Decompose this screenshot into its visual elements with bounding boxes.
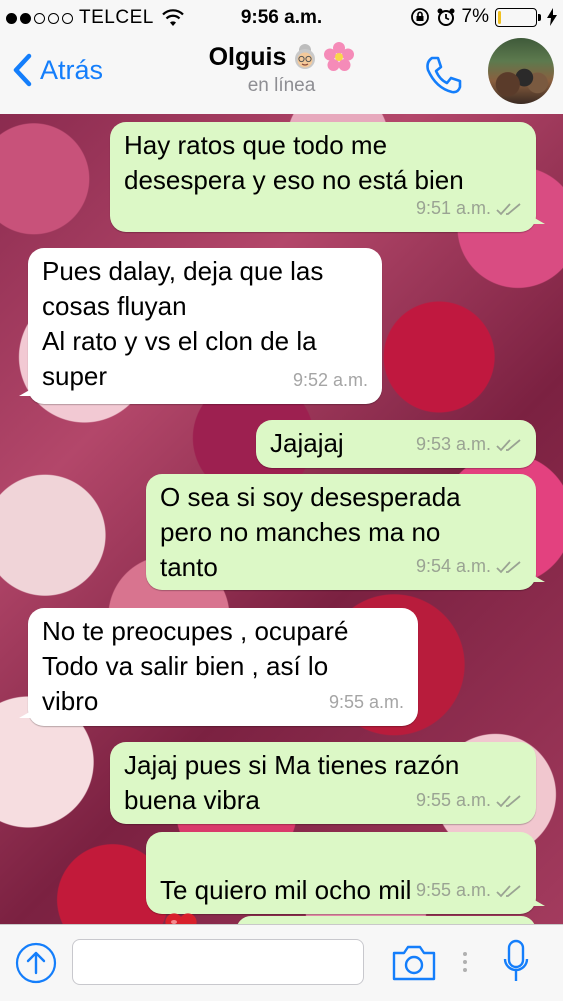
message-bubble-outgoing[interactable]: Te quiero mil ocho mil 9:55 a.m. bbox=[146, 832, 545, 924]
phone-icon[interactable] bbox=[422, 54, 464, 96]
message-meta: 9:51 a.m. bbox=[416, 191, 522, 226]
message-time: 9:55 a.m. bbox=[415, 790, 491, 810]
message-time: 9:55 a.m. bbox=[328, 692, 404, 712]
upload-icon[interactable] bbox=[15, 942, 57, 984]
battery-percent: 7% bbox=[461, 6, 489, 27]
message-bubble-outgoing[interactable]: Jajaj pues si Ma tienes razón buena vibr… bbox=[110, 742, 536, 824]
message-time: 9:52 a.m. bbox=[292, 370, 368, 390]
avatar[interactable] bbox=[488, 38, 554, 104]
read-ticks-icon bbox=[496, 884, 521, 897]
read-ticks-icon bbox=[496, 560, 521, 573]
more-options-icon[interactable] bbox=[462, 951, 468, 973]
message-input-bar bbox=[0, 924, 563, 1001]
message-input[interactable] bbox=[72, 939, 364, 985]
message-time: 9:51 a.m. bbox=[415, 198, 491, 218]
message-meta: 9:55 a.m. bbox=[329, 685, 404, 720]
message-time: 9:55 a.m. bbox=[415, 880, 491, 900]
message-meta: 9:55 a.m. bbox=[416, 873, 522, 908]
contact-info[interactable]: Olguis en línea bbox=[0, 42, 563, 97]
rotation-lock-icon bbox=[410, 8, 429, 26]
alarm-icon bbox=[437, 8, 455, 26]
message-bubble-outgoing[interactable]: O sea si soy desesperada pero no manches… bbox=[146, 474, 545, 590]
status-bar: TELCEL 9:56 a.m. 7% bbox=[0, 0, 563, 36]
message-meta: 9:55 a.m. bbox=[416, 783, 522, 818]
contact-status: en línea bbox=[247, 75, 316, 96]
grandmother-emoji-icon bbox=[295, 44, 316, 69]
microphone-icon[interactable] bbox=[503, 939, 529, 985]
message-text: Te quiero mil ocho mil bbox=[160, 875, 412, 905]
message-meta: 9:54 a.m. bbox=[416, 549, 522, 584]
chat-area[interactable]: Hay ratos que todo me desespera y eso no… bbox=[0, 114, 563, 924]
message-text: Hay ratos que todo me desespera y eso no… bbox=[124, 130, 464, 195]
message-bubble-incoming[interactable]: Pues dalay, deja que las cosas fluyan Al… bbox=[19, 248, 382, 404]
read-ticks-icon bbox=[496, 202, 521, 215]
charging-bolt-icon bbox=[547, 8, 557, 26]
read-ticks-icon bbox=[496, 794, 521, 807]
contact-name: Olguis bbox=[208, 42, 287, 71]
status-right: 7% bbox=[410, 6, 557, 28]
camera-icon[interactable] bbox=[391, 944, 437, 982]
battery-icon bbox=[495, 7, 541, 27]
message-time: 9:54 a.m. bbox=[415, 556, 491, 576]
message-bubble-outgoing[interactable]: Hay ratos que todo me desespera y eso no… bbox=[110, 122, 545, 232]
contact-name-row: Olguis bbox=[209, 42, 355, 72]
heart-emoji-icon bbox=[165, 913, 197, 924]
read-ticks-icon bbox=[496, 438, 521, 451]
message-meta: 9:53 a.m. bbox=[416, 427, 522, 462]
chat-header: Atrás Olguis en línea bbox=[0, 36, 563, 115]
message-meta: 9:52 a.m. bbox=[293, 363, 368, 398]
message-bubble-incoming[interactable]: No te preocupes , ocuparé Todo va salir … bbox=[19, 608, 418, 726]
flower-emoji-icon bbox=[324, 42, 355, 71]
message-time: 9:53 a.m. bbox=[415, 434, 491, 454]
message-bubble-outgoing[interactable]: Jajajaj 9:53 a.m. bbox=[256, 420, 536, 468]
message-bubble-partial[interactable] bbox=[236, 916, 536, 924]
